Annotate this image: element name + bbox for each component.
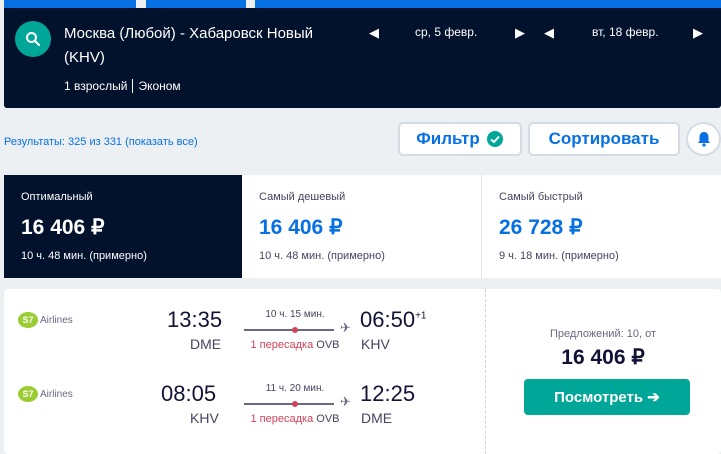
tab-price: 16 406 ₽ <box>259 216 343 239</box>
passengers-label: 1 взрослый <box>64 79 128 93</box>
stops-info: 1 пересадка OVB <box>250 339 340 351</box>
leg-summary: 10 ч. 15 мин. ✈ 1 пересадка OVB <box>240 309 351 351</box>
tab-label: Оптимальный <box>21 191 93 203</box>
top-tab[interactable] <box>4 0 136 8</box>
day-offset: +1 <box>415 310 427 322</box>
arrival-time: 12:25 <box>360 381 416 406</box>
tab-price: 26 728 ₽ <box>499 216 583 239</box>
airline-name: Airlines <box>40 388 73 400</box>
search-icon <box>26 32 41 47</box>
s7-logo-icon: S7 <box>18 312 38 328</box>
stop-dot <box>292 327 298 333</box>
search-header: Москва (Любой) - Хабаровск Новый (KHV) 1… <box>4 8 721 108</box>
tab-price: 16 406 ₽ <box>21 216 105 239</box>
outbound-leg[interactable]: S7 Airlines 13:35 DME 10 ч. 15 мин. ✈ 1 … <box>4 305 485 375</box>
airline-name: Airlines <box>40 314 73 326</box>
filter-button[interactable]: Фильтр <box>398 122 522 156</box>
tab-duration: 9 ч. 18 мин. (примерно) <box>499 250 619 262</box>
tab-fastest[interactable]: Самый быстрый 26 728 ₽ 9 ч. 18 мин. (при… <box>482 175 721 278</box>
depart-next-arrow[interactable]: ▶ <box>514 25 526 41</box>
arrival-airport: KHV <box>361 336 390 352</box>
bell-icon <box>697 132 710 147</box>
card-price: 16 406 ₽ <box>561 346 645 369</box>
sort-button[interactable]: Сортировать <box>528 122 680 156</box>
top-tab-strip <box>0 0 721 8</box>
card-divider <box>485 289 486 454</box>
passenger-cabin-info[interactable]: 1 взрослый Эконом <box>64 79 181 93</box>
divider <box>132 79 134 93</box>
return-date[interactable]: вт, 18 февр. <box>592 25 659 39</box>
top-tab[interactable] <box>255 0 721 8</box>
tab-label: Самый быстрый <box>499 191 583 203</box>
view-button[interactable]: Посмотреть ➔ <box>524 379 690 415</box>
leg-duration: 11 ч. 20 мин. <box>265 383 325 394</box>
leg-duration: 10 ч. 15 мин. <box>265 309 325 320</box>
cabin-label: Эконом <box>138 79 181 93</box>
filter-label: Фильтр <box>416 129 480 148</box>
tab-optimal[interactable]: Оптимальный 16 406 ₽ 10 ч. 48 мин. (прим… <box>4 175 242 278</box>
offers-count: Предложений: 10, от <box>549 328 657 340</box>
plane-icon: ✈ <box>340 394 351 409</box>
return-prev-arrow[interactable]: ◀ <box>543 25 555 41</box>
airline-logo: S7 Airlines <box>18 386 73 402</box>
depart-date[interactable]: ср, 5 февр. <box>415 25 477 39</box>
search-button[interactable] <box>15 21 51 57</box>
flight-card[interactable]: S7 Airlines 13:35 DME 10 ч. 15 мин. ✈ 1 … <box>4 289 721 454</box>
return-next-arrow[interactable]: ▶ <box>692 25 704 41</box>
check-circle-icon <box>486 131 503 147</box>
departure-airport: KHV <box>190 410 219 426</box>
arrival-time: 06:50+1 <box>360 307 427 332</box>
departure-time: 08:05 <box>161 381 217 406</box>
route-title[interactable]: Москва (Любой) - Хабаровск Новый (KHV) <box>64 22 334 70</box>
route-line: ✈ <box>244 394 351 409</box>
tab-duration: 10 ч. 48 мин. (примерно) <box>259 250 385 262</box>
airline-logo: S7 Airlines <box>18 312 73 328</box>
stops-info: 1 пересадка OVB <box>250 413 340 425</box>
sort-label: Сортировать <box>548 129 660 148</box>
top-tab[interactable] <box>146 0 246 8</box>
departure-time: 13:35 <box>167 307 223 332</box>
departure-airport: DME <box>190 336 222 352</box>
tab-duration: 10 ч. 48 мин. (примерно) <box>21 250 147 262</box>
route-line: ✈ <box>244 320 351 335</box>
price-alert-button[interactable] <box>686 122 721 156</box>
sort-tabs: Оптимальный 16 406 ₽ 10 ч. 48 мин. (прим… <box>4 175 721 278</box>
tab-label: Самый дешевый <box>259 191 346 203</box>
return-leg[interactable]: S7 Airlines 08:05 KHV 11 ч. 20 мин. ✈ 1 … <box>4 379 485 449</box>
s7-logo-icon: S7 <box>18 386 38 402</box>
leg-summary: 11 ч. 20 мин. ✈ 1 пересадка OVB <box>240 383 351 425</box>
plane-icon: ✈ <box>340 320 351 335</box>
stop-dot <box>292 401 298 407</box>
results-count[interactable]: Результаты: 325 из 331 (показать все) <box>4 136 198 148</box>
tab-cheapest[interactable]: Самый дешевый 16 406 ₽ 10 ч. 48 мин. (пр… <box>242 175 481 278</box>
depart-prev-arrow[interactable]: ◀ <box>368 25 380 41</box>
arrival-airport: DME <box>361 410 393 426</box>
